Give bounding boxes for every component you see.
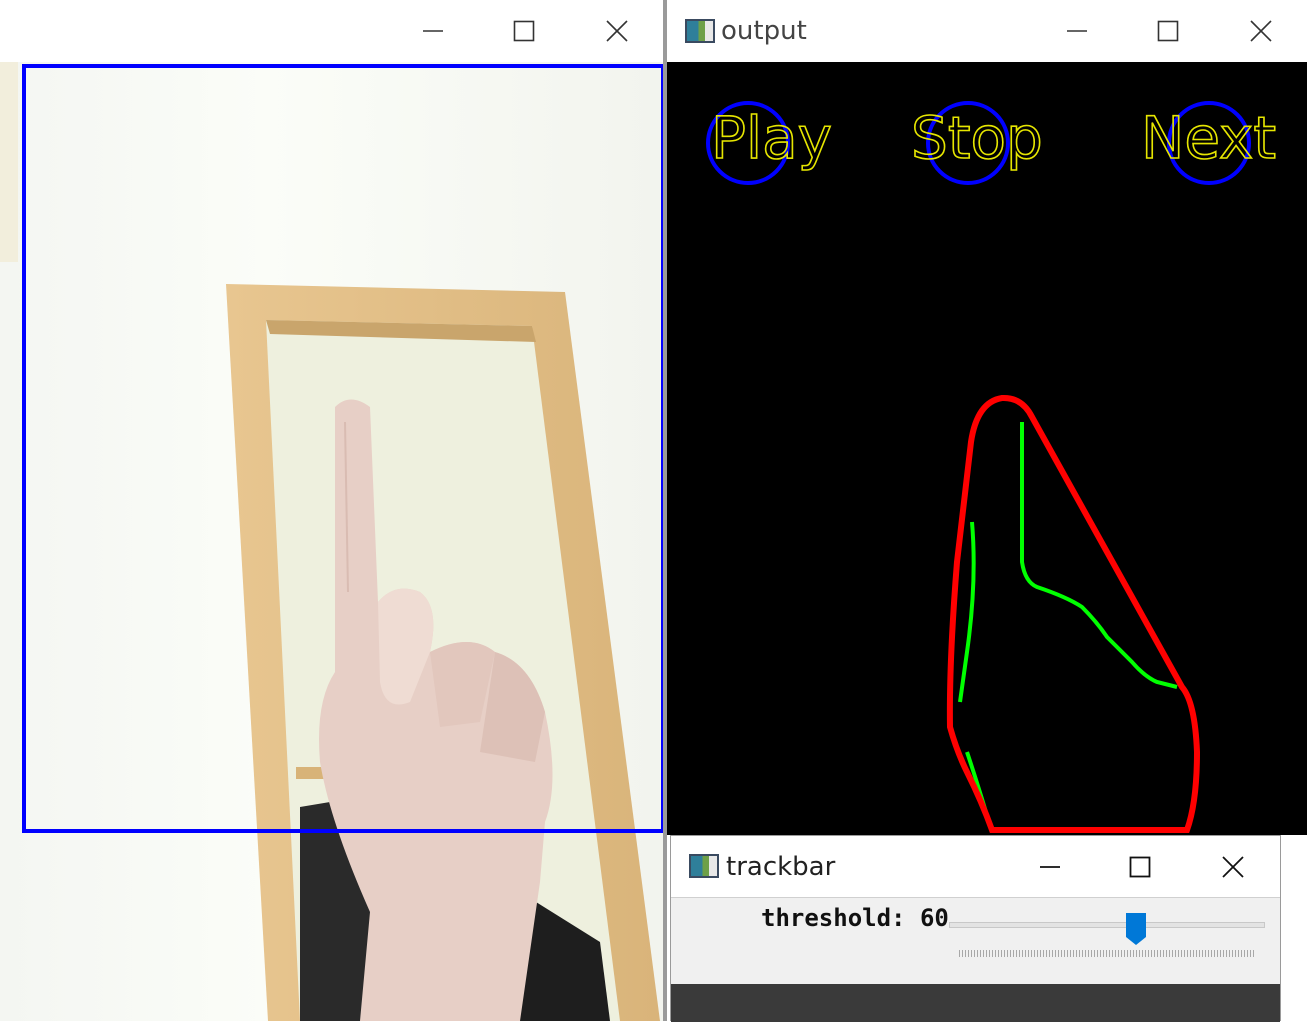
- trackbar-image-area: [671, 984, 1280, 1022]
- play-button-label: Play: [711, 104, 832, 172]
- stop-button-label: Stop: [911, 104, 1043, 172]
- output-window: output Play Stop Next: [667, 0, 1307, 835]
- next-virtual-button[interactable]: Next: [1140, 101, 1277, 185]
- maximize-button[interactable]: [478, 0, 570, 62]
- close-icon: [1222, 856, 1244, 878]
- minimize-icon: [1040, 866, 1060, 868]
- close-button[interactable]: [1187, 836, 1279, 898]
- hand-convex-hull: [946, 394, 1201, 833]
- minimize-button[interactable]: [1031, 0, 1123, 62]
- output-canvas: Play Stop Next: [667, 62, 1307, 835]
- minimize-button[interactable]: [387, 0, 479, 62]
- minimize-icon: [423, 30, 443, 32]
- slider-track: [949, 922, 1265, 928]
- slider-thumb[interactable]: [1125, 912, 1147, 946]
- maximize-icon: [1129, 856, 1151, 878]
- trackbar-window-title: trackbar: [726, 852, 836, 882]
- maximize-icon: [513, 20, 535, 42]
- output-titlebar[interactable]: output: [667, 0, 1307, 62]
- next-button-label: Next: [1141, 104, 1276, 172]
- maximize-button[interactable]: [1094, 836, 1186, 898]
- minimize-button[interactable]: [1004, 836, 1096, 898]
- close-button[interactable]: [571, 0, 663, 62]
- camera-frame-image: [0, 62, 665, 1021]
- minimize-icon: [1067, 30, 1087, 32]
- play-virtual-button[interactable]: Play: [706, 101, 833, 185]
- threshold-slider[interactable]: [949, 912, 1265, 962]
- output-overlay: Play Stop Next: [706, 101, 1277, 833]
- camera-feed: [0, 62, 665, 1021]
- trackbar-titlebar[interactable]: trackbar: [671, 836, 1280, 898]
- stop-virtual-button[interactable]: Stop: [910, 101, 1044, 185]
- close-button[interactable]: [1215, 0, 1307, 62]
- trackbar-panel: threshold: 60: [671, 898, 1280, 984]
- threshold-label: threshold: 60: [761, 904, 949, 932]
- camera-window: [0, 0, 665, 1021]
- camera-titlebar[interactable]: [0, 0, 665, 62]
- app-window-icon: [685, 19, 715, 43]
- maximize-icon: [1157, 20, 1179, 42]
- trackbar-window: trackbar threshold: 60: [670, 835, 1281, 1022]
- output-window-title: output: [721, 16, 807, 46]
- close-icon: [1250, 20, 1272, 42]
- maximize-button[interactable]: [1122, 0, 1214, 62]
- app-window-icon: [689, 854, 719, 878]
- slider-ticks: [959, 950, 1255, 957]
- close-icon: [606, 20, 628, 42]
